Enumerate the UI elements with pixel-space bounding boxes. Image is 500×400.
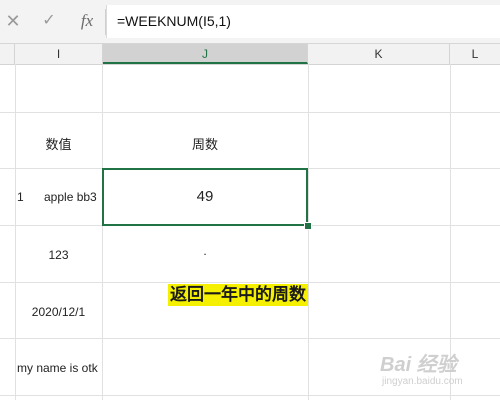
active-cell-border xyxy=(102,168,308,226)
cell-j-dot[interactable]: . xyxy=(102,244,308,258)
grid-line xyxy=(15,64,16,400)
row-marker[interactable]: 1 xyxy=(17,190,24,204)
column-header-j[interactable]: J xyxy=(103,44,308,64)
check-icon[interactable]: ✓ xyxy=(40,10,58,32)
cell-i-number[interactable]: 123 xyxy=(15,248,102,262)
grid-line xyxy=(308,64,309,400)
close-icon[interactable]: ✕ xyxy=(4,10,22,32)
annotation-label: 返回一年中的周数 xyxy=(168,284,308,306)
spreadsheet-window: ✕ ✓ fx =WEEKNUM(I5,1) I J K L 数值 周数 1 ap… xyxy=(0,0,500,400)
cell-i-header[interactable]: 数值 xyxy=(15,134,102,153)
formula-input[interactable]: =WEEKNUM(I5,1) xyxy=(106,5,500,38)
column-header-row: I J K L xyxy=(0,44,500,65)
grid-line xyxy=(0,338,500,339)
cell-i-text[interactable]: apple bb3 xyxy=(44,190,97,204)
cell-j-header[interactable]: 周数 xyxy=(102,134,308,153)
grid-line xyxy=(102,64,103,400)
column-header-l[interactable]: L xyxy=(450,44,500,64)
column-header-k[interactable]: K xyxy=(308,44,450,64)
grid-line xyxy=(0,282,500,283)
column-header-spacer xyxy=(0,44,15,64)
grid-line xyxy=(0,112,500,113)
formula-bar: ✕ ✓ fx =WEEKNUM(I5,1) xyxy=(0,0,500,44)
fill-handle[interactable] xyxy=(304,222,312,230)
cell-i-date[interactable]: 2020/12/1 xyxy=(15,305,102,319)
watermark-url: jingyan.baidu.com xyxy=(382,376,463,387)
baidu-watermark: Bai 经验 jingyan.baidu.com xyxy=(380,348,498,398)
insert-function-button[interactable]: fx xyxy=(76,10,98,32)
cell-i-text2[interactable]: my name is otk xyxy=(17,361,98,375)
column-header-i[interactable]: I xyxy=(15,44,103,64)
watermark-logo-text: Bai 经验 xyxy=(380,354,457,376)
